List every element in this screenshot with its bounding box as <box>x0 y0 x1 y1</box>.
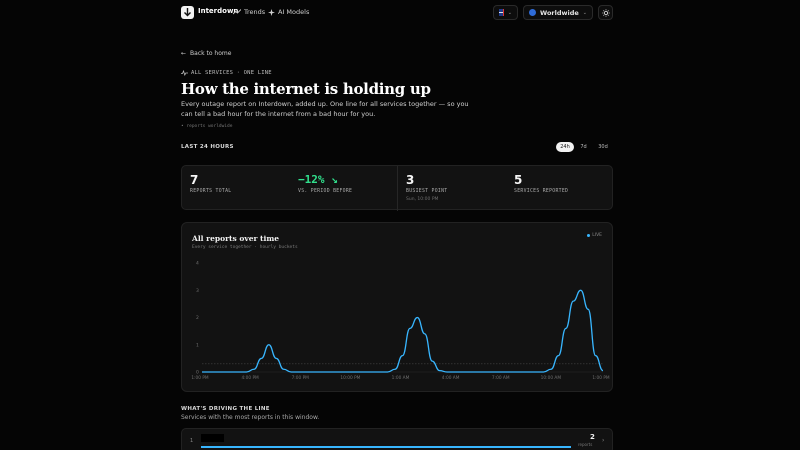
stat-label: VS. PERIOD BEFORE <box>298 189 353 194</box>
window-label: LAST 24 HOURS <box>181 144 234 150</box>
nav-ai-models-label: AI Models <box>278 8 310 16</box>
sun-icon <box>601 8 610 17</box>
x-tick-label: 10:00 AM <box>541 375 562 381</box>
chevron-down-icon: ⌄ <box>507 9 512 16</box>
eyebrow: ALL SERVICES · ONE LINE <box>181 70 272 76</box>
service-logo <box>201 434 224 442</box>
back-link[interactable]: ← Back to home <box>181 50 231 57</box>
x-tick-label: 7:00 AM <box>492 375 510 381</box>
driving-subtitle: Services with the most reports in this w… <box>181 414 320 421</box>
stat-value: −12% ↘ <box>298 173 338 186</box>
driving-label: WHAT'S DRIVING THE LINE <box>181 406 270 412</box>
y-tick-label: 3 <box>196 288 199 294</box>
stats-panel: 7 REPORTS TOTAL −12% ↘ VS. PERIOD BEFORE… <box>181 165 613 211</box>
stat-label: BUSIEST POINT <box>406 189 448 194</box>
service-row[interactable]: 1 2 reports › <box>181 428 613 450</box>
logo-icon[interactable] <box>181 6 194 19</box>
x-tick-label: 1:00 PM <box>191 375 209 381</box>
x-tick-label: 1:00 AM <box>392 375 410 381</box>
chart-card: All reports over time Every service toge… <box>181 222 613 392</box>
page-title: How the internet is holding up <box>181 80 431 98</box>
x-tick-label: 10:00 PM <box>340 375 360 381</box>
arrow-left-icon: ← <box>181 50 187 57</box>
nav-ai-models[interactable]: AI Models <box>268 8 309 16</box>
globe-icon <box>529 9 536 16</box>
x-tick-label: 1:00 PM <box>592 375 610 381</box>
y-tick-label: 0 <box>196 370 199 376</box>
stat-label: SERVICES REPORTED <box>514 189 569 194</box>
row-share-fill <box>201 446 571 448</box>
series-line <box>201 289 604 373</box>
region-select[interactable]: Worldwide ⌄ <box>523 5 593 20</box>
trend-line-icon <box>233 9 241 15</box>
row-share-track <box>201 446 571 448</box>
nav-trends-label: Trends <box>244 8 266 16</box>
divider <box>397 166 398 211</box>
uk-flag-icon <box>499 9 504 16</box>
row-count-label: reports <box>578 442 593 447</box>
stat-sub: Sun, 10:00 PM <box>406 197 439 202</box>
x-tick-label: 4:00 PM <box>241 375 259 381</box>
language-select[interactable]: ⌄ <box>493 5 518 20</box>
stat-label: REPORTS TOTAL <box>190 189 232 194</box>
back-link-label: Back to home <box>190 50 232 57</box>
row-count: 2 <box>590 433 595 441</box>
x-tick-label: 7:00 PM <box>292 375 310 381</box>
stat-value: 7 <box>190 173 199 187</box>
pulse-icon <box>181 70 188 76</box>
eyebrow-text: ALL SERVICES · ONE LINE <box>191 70 272 76</box>
region-label: Worldwide <box>540 8 579 17</box>
chevron-right-icon: › <box>602 437 605 444</box>
y-tick-label: 4 <box>196 261 199 267</box>
range-30d-button[interactable]: 30d <box>594 142 612 152</box>
reports-chart[interactable]: 0 1 2 3 4 1:00 PM 4:00 PM 7:00 PM 10:00 PM 1:00 A… <box>182 223 614 393</box>
chevron-down-icon: ⌄ <box>582 9 587 16</box>
y-tick-label: 1 <box>196 342 199 348</box>
y-tick-label: 2 <box>196 315 199 321</box>
x-tick-label: 4:00 AM <box>442 375 460 381</box>
range-24h-button[interactable]: 24h <box>556 142 574 152</box>
nav-trends[interactable]: Trends <box>233 8 265 16</box>
sparkle-icon <box>268 8 275 16</box>
page-subtitle: Every outage report on Interdown, added … <box>181 100 469 118</box>
range-7d-button[interactable]: 7d <box>576 142 591 152</box>
theme-toggle[interactable] <box>598 5 613 20</box>
stat-value: 3 <box>406 173 415 187</box>
top-bar: Interdown Trends AI Models ⌄ Worldwide ⌄ <box>0 0 800 26</box>
reports-note: • reports worldwide <box>181 124 233 129</box>
stat-value: 5 <box>514 173 523 187</box>
row-rank: 1 <box>190 438 194 444</box>
